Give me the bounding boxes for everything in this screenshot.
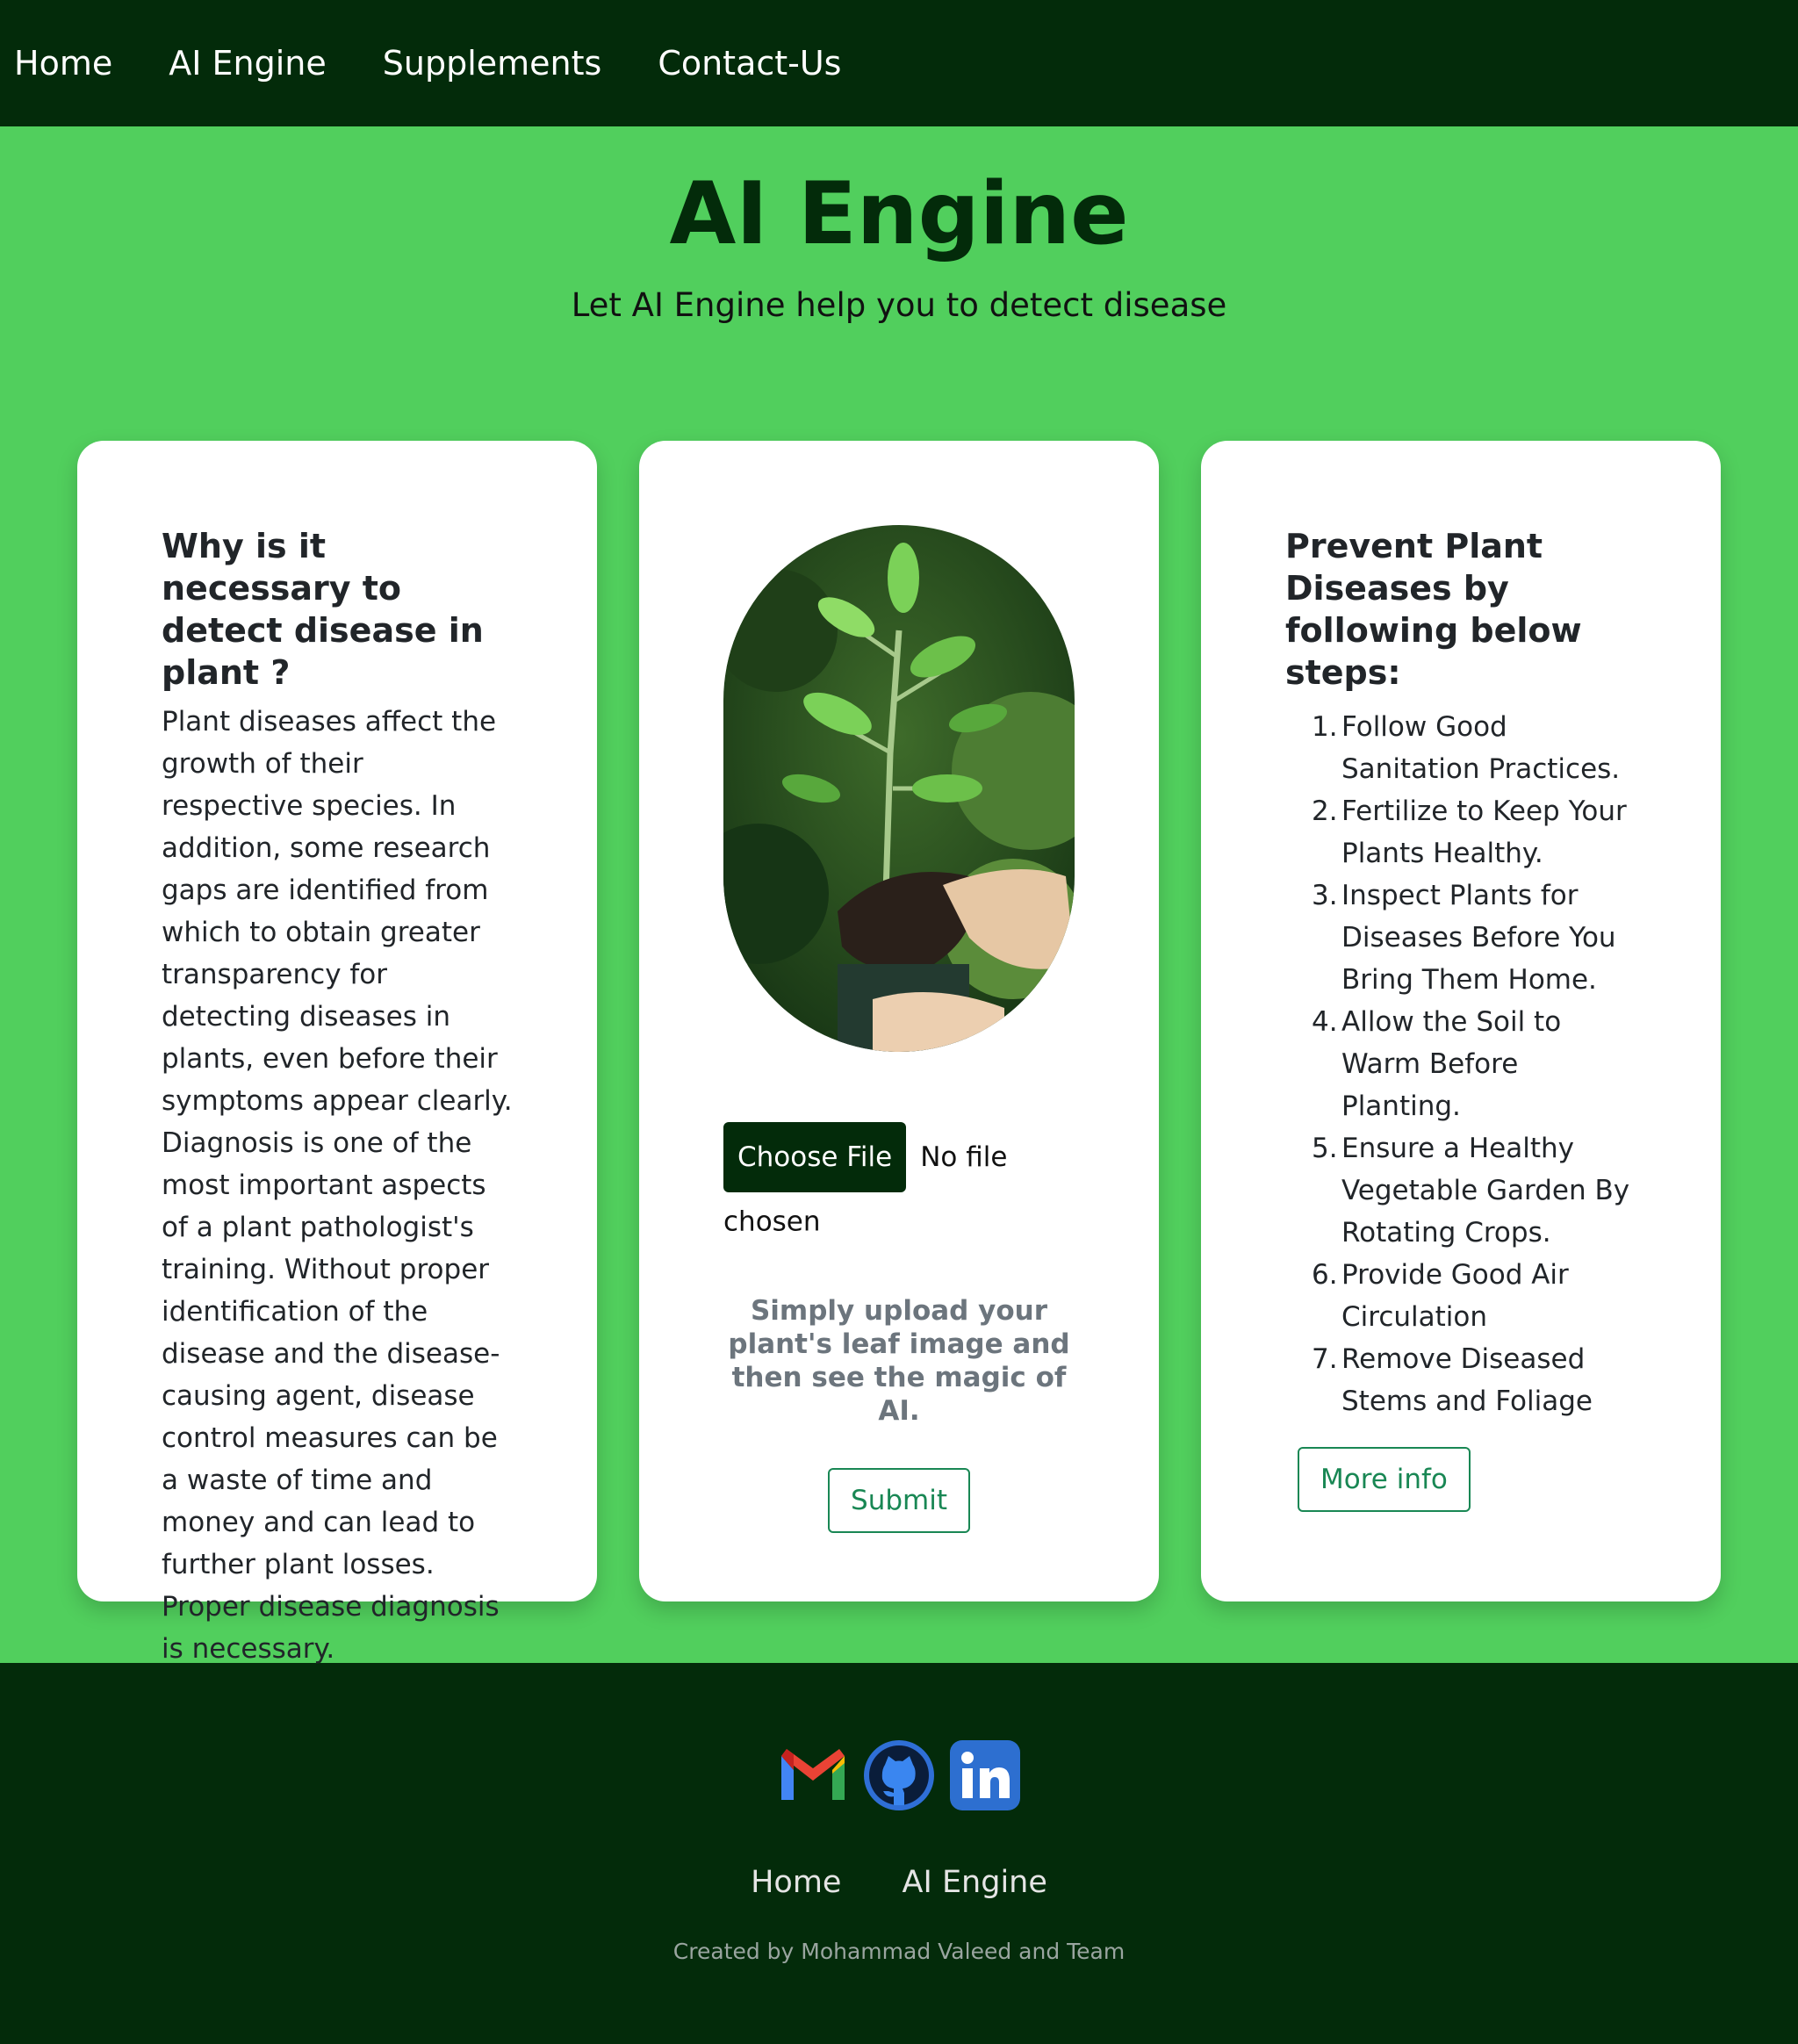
list-item: 1. Follow Good Sanitation Practices.	[1312, 711, 1621, 785]
choose-file-button[interactable]: Choose File	[723, 1122, 907, 1192]
submit-wrapper: Submit	[723, 1467, 1075, 1533]
list-item: 6. Provide Good Air Circulation	[1312, 1259, 1569, 1333]
prevention-card: Prevent Plant Diseases by following belo…	[1201, 441, 1721, 1601]
nav-supplements-link[interactable]: Supplements	[383, 44, 602, 83]
github-icon[interactable]	[862, 1738, 936, 1812]
top-navbar: Home AI Engine Supplements Contact-Us	[0, 0, 1798, 126]
footer-home-link[interactable]: Home	[751, 1865, 841, 1900]
more-info-button[interactable]: More info	[1298, 1447, 1471, 1512]
list-item: 4. Allow the Soil to Warm Before Planting…	[1312, 1006, 1562, 1122]
why-detect-title: Why is it necessary to detect disease in…	[162, 527, 484, 692]
page-subtitle: Let AI Engine help you to detect disease	[571, 285, 1227, 324]
list-item: 3. Inspect Plants for Diseases Before You…	[1312, 880, 1616, 996]
upload-hint-text: Simply upload your plant's leaf image an…	[728, 1294, 1070, 1427]
nav-ai-engine-link[interactable]: AI Engine	[169, 44, 327, 83]
linkedin-icon[interactable]	[948, 1738, 1022, 1812]
hero-section: AI Engine Let AI Engine help you to dete…	[0, 126, 1798, 441]
list-item: 7. Remove Diseased Stems and Foliage	[1312, 1343, 1593, 1417]
social-links	[0, 1738, 1798, 1812]
prevention-title: Prevent Plant Diseases by following belo…	[1285, 527, 1582, 692]
file-input: Choose File No file chosen	[723, 1122, 1075, 1250]
nav-home-link[interactable]: Home	[14, 44, 112, 83]
nav-contact-us-link[interactable]: Contact-Us	[658, 44, 841, 83]
upload-card: Choose File No file chosen Simply upload …	[639, 441, 1159, 1601]
cards-section: Why is it necessary to detect disease in…	[0, 441, 1798, 1665]
prevention-steps-list: 1. Follow Good Sanitation Practices. 2. Fe…	[1285, 706, 1636, 1422]
footer: Home AI Engine Created by Mohammad Valee…	[0, 1663, 1798, 2044]
submit-button[interactable]: Submit	[828, 1467, 970, 1533]
more-info-wrapper: More info	[1285, 1447, 1636, 1512]
why-detect-card: Why is it necessary to detect disease in…	[77, 441, 597, 1665]
footer-links: Home AI Engine	[0, 1865, 1798, 1900]
list-item: 5. Ensure a Healthy Vegetable Garden By R…	[1312, 1133, 1630, 1249]
gmail-icon[interactable]	[776, 1738, 850, 1812]
list-item: 2. Fertilize to Keep Your Plants Healthy.	[1312, 795, 1627, 869]
footer-ai-engine-link[interactable]: AI Engine	[903, 1865, 1047, 1900]
footer-credit: Created by Mohammad Valeed and Team	[672, 1939, 1126, 1964]
plant-image	[723, 525, 1075, 1052]
why-detect-text: Plant diseases affect the growth of thei…	[162, 706, 513, 1665]
page-title: AI Engine	[669, 164, 1129, 264]
